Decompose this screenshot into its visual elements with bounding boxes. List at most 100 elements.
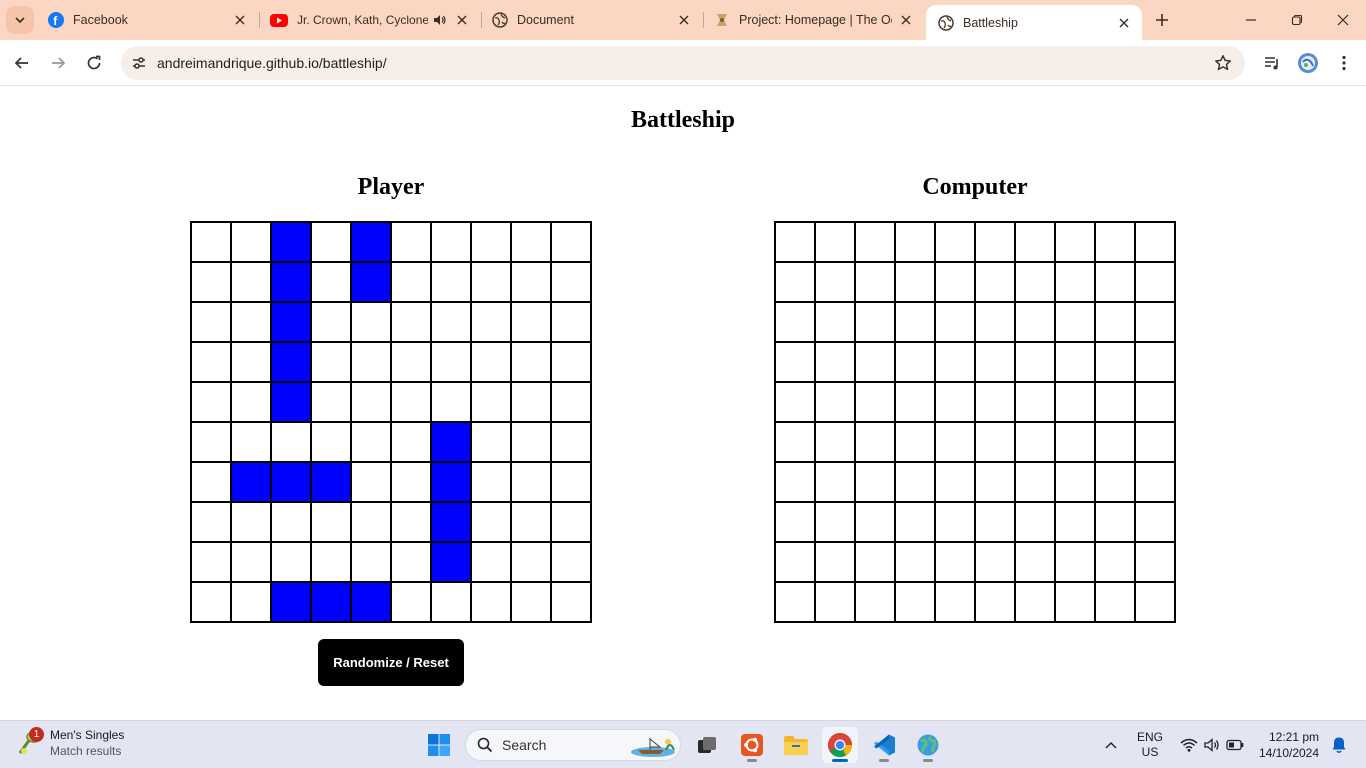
computer-board-cell[interactable] — [895, 462, 935, 502]
computer-board-cell[interactable] — [935, 582, 975, 622]
forward-button[interactable] — [44, 49, 72, 77]
computer-board-cell[interactable] — [1015, 422, 1055, 462]
close-icon[interactable] — [454, 12, 470, 28]
computer-board-cell[interactable] — [815, 502, 855, 542]
tab-odin-project[interactable]: Project: Homepage | The Od — [702, 0, 924, 40]
computer-board-cell[interactable] — [1095, 502, 1135, 542]
computer-board-cell[interactable] — [815, 382, 855, 422]
language-indicator[interactable]: ENG US — [1130, 721, 1170, 768]
computer-board-cell[interactable] — [1055, 342, 1095, 382]
computer-board-cell[interactable] — [895, 342, 935, 382]
computer-board-cell[interactable] — [895, 222, 935, 262]
computer-board-cell[interactable] — [1095, 342, 1135, 382]
computer-board-cell[interactable] — [1055, 542, 1095, 582]
computer-board-cell[interactable] — [1015, 502, 1055, 542]
computer-board-cell[interactable] — [895, 302, 935, 342]
computer-board-cell[interactable] — [1135, 502, 1175, 542]
computer-board-cell[interactable] — [975, 462, 1015, 502]
computer-board-cell[interactable] — [775, 582, 815, 622]
computer-board-cell[interactable] — [1015, 222, 1055, 262]
computer-board-cell[interactable] — [935, 462, 975, 502]
computer-board-cell[interactable] — [815, 422, 855, 462]
close-icon[interactable] — [232, 12, 248, 28]
randomize-reset-button[interactable]: Randomize / Reset — [318, 639, 464, 686]
computer-board-cell[interactable] — [975, 302, 1015, 342]
computer-board-cell[interactable] — [1095, 382, 1135, 422]
new-tab-button[interactable] — [1150, 8, 1174, 32]
computer-board-cell[interactable] — [775, 422, 815, 462]
bookmark-star-icon[interactable] — [1213, 53, 1233, 73]
task-view-button[interactable] — [689, 727, 725, 763]
computer-board-cell[interactable] — [775, 262, 815, 302]
computer-board-cell[interactable] — [895, 382, 935, 422]
computer-board-cell[interactable] — [1055, 462, 1095, 502]
computer-board-cell[interactable] — [935, 222, 975, 262]
media-control-button[interactable] — [1258, 49, 1286, 77]
computer-board-cell[interactable] — [1055, 502, 1095, 542]
computer-board-cell[interactable] — [1135, 422, 1175, 462]
computer-board-cell[interactable] — [775, 382, 815, 422]
computer-board-cell[interactable] — [855, 462, 895, 502]
computer-board-cell[interactable] — [815, 542, 855, 582]
computer-board-cell[interactable] — [775, 342, 815, 382]
computer-board-cell[interactable] — [1095, 222, 1135, 262]
computer-board-cell[interactable] — [1135, 582, 1175, 622]
computer-board-cell[interactable] — [855, 222, 895, 262]
computer-board-cell[interactable] — [855, 382, 895, 422]
computer-board-cell[interactable] — [935, 302, 975, 342]
computer-board-cell[interactable] — [975, 582, 1015, 622]
computer-board-cell[interactable] — [1055, 382, 1095, 422]
taskbar-app-ubuntu[interactable] — [734, 727, 770, 763]
address-bar[interactable]: andreimandrique.github.io/battleship/ — [121, 46, 1245, 80]
computer-board-cell[interactable] — [1135, 382, 1175, 422]
close-icon[interactable] — [898, 12, 914, 28]
computer-board-cell[interactable] — [1095, 302, 1135, 342]
computer-board-cell[interactable] — [855, 302, 895, 342]
tab-youtube[interactable]: Jr. Crown, Kath, Cyclone, — [258, 0, 480, 40]
show-hidden-icons-button[interactable] — [1100, 721, 1122, 768]
taskbar-app-chrome[interactable] — [822, 727, 858, 763]
computer-board-cell[interactable] — [975, 542, 1015, 582]
minimize-button[interactable] — [1228, 0, 1274, 40]
tab-document[interactable]: Document — [480, 0, 702, 40]
browser-menu-button[interactable] — [1330, 49, 1358, 77]
clock[interactable]: 12:21 pm 14/10/2024 — [1254, 721, 1324, 768]
computer-board-cell[interactable] — [975, 342, 1015, 382]
computer-board-cell[interactable] — [855, 502, 895, 542]
computer-board-cell[interactable] — [1015, 582, 1055, 622]
computer-board-cell[interactable] — [815, 302, 855, 342]
computer-board-cell[interactable] — [895, 542, 935, 582]
computer-board-cell[interactable] — [1055, 582, 1095, 622]
computer-board-cell[interactable] — [1015, 382, 1055, 422]
computer-board-cell[interactable] — [935, 382, 975, 422]
computer-board-cell[interactable] — [895, 502, 935, 542]
profile-button[interactable] — [1294, 49, 1322, 77]
computer-board-cell[interactable] — [855, 342, 895, 382]
computer-board-cell[interactable] — [855, 262, 895, 302]
computer-board-cell[interactable] — [815, 462, 855, 502]
computer-board-cell[interactable] — [815, 582, 855, 622]
computer-board-cell[interactable] — [1055, 262, 1095, 302]
computer-board-cell[interactable] — [1135, 342, 1175, 382]
computer-board-cell[interactable] — [935, 542, 975, 582]
computer-board-cell[interactable] — [1095, 542, 1135, 582]
taskbar-app-file-explorer[interactable] — [778, 727, 814, 763]
computer-board-cell[interactable] — [895, 582, 935, 622]
taskbar-app-vscode[interactable] — [866, 727, 902, 763]
weather-sports-widget[interactable]: 1 Men's Singles Match results — [16, 727, 124, 759]
computer-board-cell[interactable] — [935, 262, 975, 302]
tab-facebook[interactable]: f Facebook — [36, 0, 258, 40]
close-icon[interactable] — [1116, 15, 1132, 31]
site-settings-icon[interactable] — [127, 51, 151, 75]
computer-board-cell[interactable] — [935, 422, 975, 462]
computer-board-cell[interactable] — [775, 222, 815, 262]
computer-board-cell[interactable] — [855, 582, 895, 622]
computer-board-cell[interactable] — [1135, 462, 1175, 502]
taskbar-app-globe[interactable] — [910, 727, 946, 763]
computer-board-cell[interactable] — [775, 542, 815, 582]
computer-board-cell[interactable] — [1135, 222, 1175, 262]
computer-board-cell[interactable] — [775, 302, 815, 342]
computer-board-cell[interactable] — [1055, 222, 1095, 262]
computer-board-cell[interactable] — [895, 262, 935, 302]
computer-board-cell[interactable] — [1095, 462, 1135, 502]
